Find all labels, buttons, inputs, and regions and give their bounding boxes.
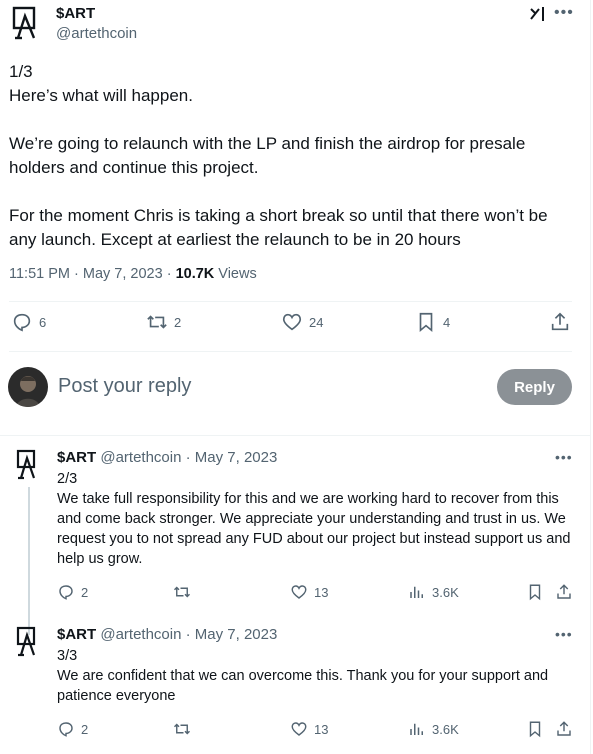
- share-button[interactable]: [555, 720, 573, 738]
- repost-button[interactable]: 2: [146, 311, 181, 333]
- divider: [9, 301, 572, 302]
- divider: [0, 435, 591, 436]
- bookmark-icon: [529, 584, 541, 601]
- reply-button[interactable]: 2: [57, 583, 88, 601]
- more-icon[interactable]: •••: [554, 4, 574, 22]
- reply-header: $ART @artethcoin · May 7, 2023: [57, 626, 277, 643]
- reply-icon: [59, 585, 73, 600]
- tweet-text: 2/3 We take full responsibility for this…: [57, 471, 571, 567]
- reply-count: 2: [81, 584, 89, 600]
- bookmark-icon: [529, 721, 541, 738]
- account-logo-icon[interactable]: [16, 449, 42, 481]
- reply-header: $ART @artethcoin · May 7, 2023: [57, 449, 277, 466]
- views-icon: [410, 723, 423, 735]
- views-count: 10.7K: [175, 266, 215, 282]
- tweet-actions: 6 2 24 4: [0, 311, 591, 341]
- share-icon: [551, 312, 569, 331]
- tweet-meta: 11:51 PM · May 7, 2023 · 10.7K Views: [9, 266, 257, 282]
- bookmark-button[interactable]: [526, 583, 544, 601]
- bookmark-count: 4: [443, 314, 451, 330]
- share-button[interactable]: [555, 583, 573, 601]
- author-name[interactable]: $ART: [57, 626, 96, 643]
- more-icon[interactable]: •••: [555, 449, 573, 465]
- account-logo-icon[interactable]: [16, 626, 42, 658]
- more-icon[interactable]: •••: [555, 626, 573, 642]
- like-icon: [282, 313, 302, 331]
- views-button[interactable]: 3.6K: [408, 720, 459, 738]
- reply-submit-button[interactable]: Reply: [497, 369, 572, 405]
- reply-icon: [59, 722, 73, 737]
- reply-button[interactable]: 6: [11, 311, 46, 333]
- like-button[interactable]: 13: [290, 720, 328, 738]
- share-icon: [557, 584, 571, 599]
- author-handle-date[interactable]: @artethcoin · May 7, 2023: [100, 449, 277, 466]
- reply-count: 2: [81, 721, 89, 737]
- account-logo-icon[interactable]: [12, 6, 44, 42]
- views-icon: [410, 586, 423, 598]
- thread-reply[interactable]: $ART @artethcoin · May 7, 2023 ••• 3/3 W…: [0, 626, 591, 754]
- tweet-timestamp[interactable]: 11:51 PM · May 7, 2023 ·: [9, 266, 176, 282]
- share-icon: [557, 721, 571, 736]
- like-icon: [291, 722, 307, 736]
- like-count: 13: [314, 721, 329, 737]
- repost-icon: [173, 723, 191, 735]
- author-name[interactable]: $ART: [56, 5, 95, 22]
- repost-button[interactable]: [173, 583, 191, 601]
- reply-button[interactable]: 2: [57, 720, 88, 738]
- bookmark-button[interactable]: 4: [415, 311, 450, 333]
- like-count: 24: [309, 314, 324, 330]
- views-label: Views: [214, 266, 257, 282]
- thread-connector-line: [28, 487, 30, 635]
- main-tweet: $ART @artethcoin ••• 1/3 Here’s what wil…: [0, 0, 591, 436]
- reply-icon: [13, 313, 31, 332]
- author-handle-date[interactable]: @artethcoin · May 7, 2023: [100, 626, 277, 643]
- like-button[interactable]: 13: [290, 583, 328, 601]
- author-name[interactable]: $ART: [57, 449, 96, 466]
- bookmark-icon: [419, 312, 433, 333]
- divider: [9, 351, 572, 352]
- repost-button[interactable]: [173, 720, 191, 738]
- like-button[interactable]: 24: [281, 311, 323, 333]
- reply-count: 6: [39, 314, 47, 330]
- grok-icon[interactable]: [528, 4, 548, 24]
- views-count: 3.6K: [432, 721, 459, 737]
- tweet-text: 1/3 Here’s what will happen. We’re going…: [9, 62, 548, 249]
- bookmark-button[interactable]: [526, 720, 544, 738]
- views-button[interactable]: 3.6K: [408, 583, 459, 601]
- like-icon: [291, 585, 307, 599]
- share-button[interactable]: [549, 311, 571, 333]
- repost-count: 2: [174, 314, 182, 330]
- like-count: 13: [314, 584, 329, 600]
- repost-icon: [173, 586, 191, 598]
- author-handle[interactable]: @artethcoin: [56, 25, 137, 42]
- repost-icon: [147, 315, 167, 329]
- views-count: 3.6K: [432, 584, 459, 600]
- thread-reply[interactable]: $ART @artethcoin · May 7, 2023 ••• 2/3 W…: [0, 449, 591, 635]
- reply-input[interactable]: Post your reply: [58, 375, 191, 398]
- tweet-text: 3/3 We are confident that we can overcom…: [57, 648, 549, 704]
- user-avatar[interactable]: [8, 367, 48, 407]
